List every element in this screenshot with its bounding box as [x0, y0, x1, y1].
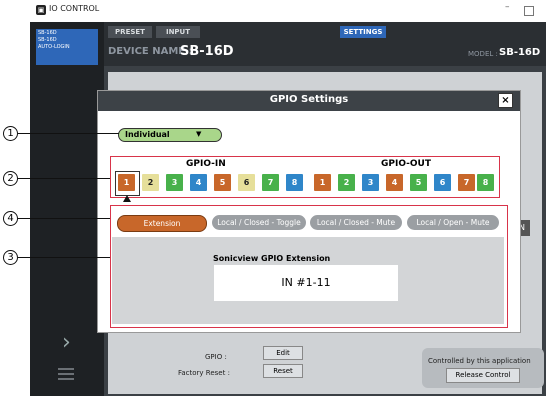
minimize-button[interactable]: – — [505, 2, 510, 12]
maximize-button[interactable] — [524, 6, 534, 16]
close-icon[interactable]: × — [498, 93, 513, 108]
gpio-out-pin[interactable]: 3 — [362, 174, 379, 191]
gpio-in-pin[interactable]: 1 — [118, 174, 135, 191]
callout-4: 4 — [3, 211, 18, 226]
gpio-in-pin[interactable]: 5 — [214, 174, 231, 191]
content-title: Sonicview GPIO Extension — [213, 254, 331, 263]
gpio-out-pin[interactable]: 2 — [338, 174, 355, 191]
gpio-out-pin[interactable]: 8 — [477, 174, 494, 191]
gpio-in-pin[interactable]: 4 — [190, 174, 207, 191]
release-control-button[interactable]: Release Control — [446, 368, 520, 383]
callout-line — [18, 257, 110, 258]
app-icon: ▣ — [36, 5, 46, 15]
gpio-in-pin[interactable]: 3 — [166, 174, 183, 191]
device-line: SB-16D — [38, 30, 57, 36]
reset-button[interactable]: Reset — [263, 364, 303, 378]
app-title: IO CONTROL — [49, 4, 100, 13]
gpio-out-pin[interactable]: 7 — [458, 174, 475, 191]
extension-value-field[interactable]: IN #1-11 — [214, 265, 398, 301]
tab-settings[interactable]: SETTINGS — [340, 26, 386, 38]
sidebar-device-card[interactable]: SB-16D SB-16D AUTO-LOGIN — [36, 29, 98, 65]
callout-3: 3 — [3, 250, 18, 265]
tab-input[interactable]: INPUT — [156, 26, 200, 38]
callout-2: 2 — [3, 171, 18, 186]
gpio-out-label: GPIO-OUT — [381, 159, 431, 169]
selection-pointer-icon — [123, 195, 131, 202]
gpio-in-pin[interactable]: 2 — [142, 174, 159, 191]
callout-line — [18, 178, 110, 179]
device-line: AUTO-LOGIN — [38, 44, 70, 50]
gpio-out-pin[interactable]: 1 — [314, 174, 331, 191]
device-name-value: SB-16D — [180, 44, 234, 59]
gpio-edit-button[interactable]: Edit — [263, 346, 303, 360]
gpio-in-label: GPIO-IN — [186, 159, 226, 169]
gpio-in-pin[interactable]: 6 — [238, 174, 255, 191]
model-label: MODEL : — [468, 50, 498, 58]
mode-select[interactable]: Individual — [118, 128, 222, 142]
gpio-out-pin[interactable]: 6 — [434, 174, 451, 191]
segment-local-closed-mute[interactable]: Local / Closed - Mute — [310, 215, 402, 230]
window-titlebar — [30, 0, 546, 22]
callout-1: 1 — [3, 126, 18, 141]
gpio-out-pin[interactable]: 5 — [410, 174, 427, 191]
callout-line — [18, 133, 119, 134]
device-line: SB-16D — [38, 37, 57, 43]
model-value: SB-16D — [499, 47, 541, 58]
segment-local-closed-toggle[interactable]: Local / Closed - Toggle — [212, 215, 306, 230]
segment-extension[interactable]: Extension — [117, 215, 207, 232]
hamburger-menu-icon[interactable] — [58, 368, 74, 383]
callout-line — [18, 218, 110, 219]
gpio-in-pin[interactable]: 7 — [262, 174, 279, 191]
gpio-in-pin[interactable]: 8 — [286, 174, 303, 191]
factory-reset-label: Factory Reset : — [178, 369, 230, 377]
segment-local-open-mute[interactable]: Local / Open - Mute — [407, 215, 499, 230]
dropdown-arrow-icon: ▼ — [196, 130, 202, 138]
dialog-title: GPIO Settings — [269, 94, 349, 105]
control-status-text: Controlled by this application — [428, 357, 531, 365]
tab-preset[interactable]: PRESET — [108, 26, 152, 38]
gpio-label: GPIO : — [205, 353, 227, 361]
gpio-out-pin[interactable]: 4 — [386, 174, 403, 191]
chevron-right-icon[interactable]: › — [62, 330, 71, 355]
